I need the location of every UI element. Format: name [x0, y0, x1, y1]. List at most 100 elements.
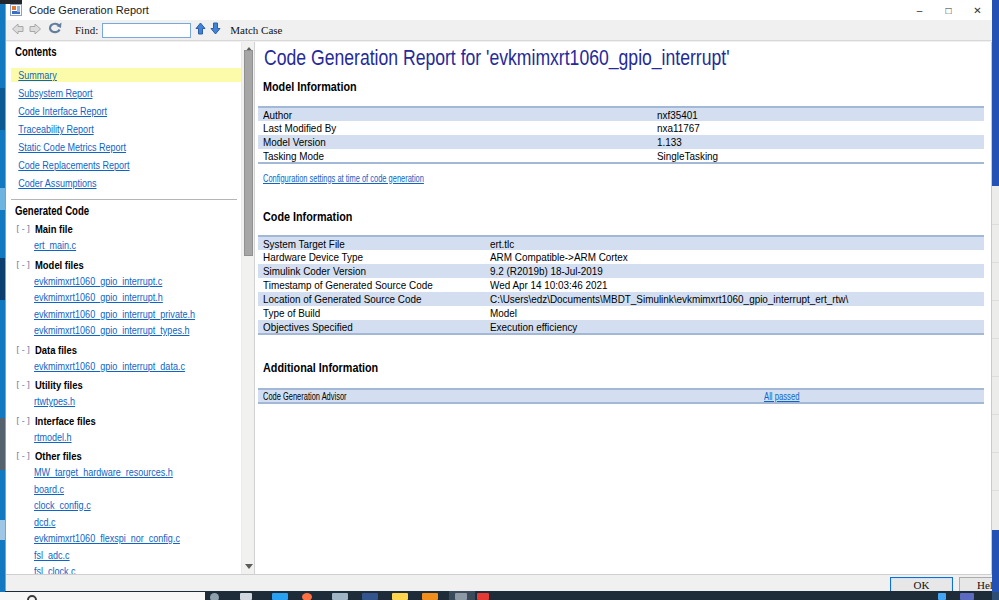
find-previous-icon[interactable] [195, 21, 206, 39]
search-circle-icon[interactable] [27, 595, 37, 600]
taskbar-icon-9[interactable] [455, 593, 467, 600]
generated-file-link[interactable]: rtwtypes.h [34, 393, 75, 410]
taskbar-icon-1[interactable] [210, 593, 219, 600]
row-label: Last Modified By [258, 121, 652, 135]
match-case-option[interactable]: Match Case [230, 24, 282, 36]
taskbar-tray-icon-1[interactable] [938, 593, 946, 600]
generated-file-link[interactable]: evkmimxrt1060_gpio_interrupt_private.h [34, 306, 195, 323]
tree-group-label: Other files [35, 448, 82, 464]
tree-file-row: clock_config.c [6, 497, 241, 514]
row-value-link[interactable]: All passed [764, 390, 800, 402]
taskbar-icon-3[interactable] [272, 593, 288, 600]
contents-link-row: Traceability Report [11, 120, 241, 138]
row-value: C:\Users\edz\Documents\MBDT_Simulink\evk… [485, 292, 984, 306]
find-next-icon[interactable] [210, 21, 221, 39]
configuration-settings-link[interactable]: Configuration settings at time of code g… [263, 172, 424, 184]
row-label: Location of Generated Source Code [258, 292, 485, 306]
generated-file-link[interactable]: evkmimxrt1060_flexspi_nor_config.c [34, 530, 180, 547]
find-input[interactable] [102, 23, 191, 38]
row-value: nxf35401 [652, 107, 984, 121]
contents-link[interactable]: Traceability Report [15, 122, 94, 136]
tree-file-row: dcd.c [6, 514, 241, 531]
generated-file-link[interactable]: ert_main.c [34, 237, 76, 254]
collapse-icon[interactable]: [-] [15, 260, 31, 270]
generated-file-link[interactable]: fsl_clock.c [34, 563, 76, 574]
contents-link[interactable]: Code Replacements Report [15, 158, 130, 172]
close-button[interactable]: ✕ [963, 0, 992, 20]
tree-group-label: Main file [35, 221, 73, 237]
generated-file-link[interactable]: dcd.c [34, 514, 56, 531]
tree-file-row: board.c [6, 481, 241, 498]
row-label: Objectives Specified [258, 320, 485, 334]
tree-file-row: rtmodel.h [6, 429, 241, 446]
row-label: Hardware Device Type [258, 250, 485, 264]
taskbar-icon-6[interactable] [362, 593, 378, 600]
taskbar-icon-8[interactable] [422, 593, 438, 600]
contents-link[interactable]: Code Interface Report [15, 104, 107, 118]
find-toolbar: Find: Match Case [6, 20, 992, 41]
contents-sidebar: Contents SummarySubsystem ReportCode Int… [6, 42, 241, 574]
scroll-down-icon[interactable] [245, 564, 253, 569]
contents-link[interactable]: Subsystem Report [15, 86, 92, 100]
collapse-icon[interactable]: [-] [15, 345, 31, 355]
refresh-icon[interactable] [47, 21, 62, 39]
row-value: Model [485, 306, 984, 320]
tree-file-row: evkmimxrt1060_gpio_interrupt.c [6, 273, 241, 290]
taskbar-icon-2[interactable] [240, 593, 252, 600]
sidebar-separator [11, 199, 237, 200]
sidebar-scrollbar[interactable] [241, 42, 254, 574]
taskbar-icon-7[interactable] [392, 593, 408, 600]
scrollbar-thumb[interactable] [244, 50, 253, 256]
tree-file-row: evkmimxrt1060_flexspi_nor_config.c [6, 530, 241, 547]
collapse-icon[interactable]: [-] [15, 451, 31, 461]
generated-file-link[interactable]: evkmimxrt1060_gpio_interrupt.c [34, 273, 162, 290]
tree-file-row: ert_main.c [6, 237, 241, 254]
row-value: Wed Apr 14 10:03:46 2021 [485, 278, 984, 292]
taskbar-icon-4[interactable] [302, 593, 312, 600]
row-value: 9.2 (R2019b) 18-Jul-2019 [485, 264, 984, 278]
background-window-edge [0, 0, 22, 4]
table-row: Type of BuildModel [258, 306, 984, 320]
row-value: All passed [759, 389, 984, 403]
forward-icon[interactable] [29, 21, 42, 39]
tree-file-row: evkmimxrt1060_gpio_interrupt_types.h [6, 322, 241, 339]
contents-link[interactable]: Coder Assumptions [15, 176, 97, 190]
tree-file-row: fsl_clock.c [6, 563, 241, 574]
tree-file-row: evkmimxrt1060_gpio_interrupt.h [6, 289, 241, 306]
generated-file-link[interactable]: rtmodel.h [34, 429, 72, 446]
info-table: Authornxf35401Last Modified Bynxa11767Mo… [258, 106, 984, 164]
generated-code-title: Generated Code [15, 204, 196, 218]
minimize-button[interactable]: – [905, 0, 934, 20]
generated-file-link[interactable]: evkmimxrt1060_gpio_interrupt_types.h [34, 322, 189, 339]
row-label: Timestamp of Generated Source Code [258, 278, 485, 292]
generated-file-link[interactable]: fsl_adc.c [34, 547, 70, 564]
row-label: Model Version [258, 135, 652, 149]
taskbar-icon-5[interactable] [332, 593, 348, 600]
taskbar-icon-10[interactable] [477, 593, 489, 600]
tree-group-label: Model files [35, 257, 84, 273]
taskbar-tray-icon-2[interactable] [960, 593, 974, 600]
generated-file-link[interactable]: evkmimxrt1060_gpio_interrupt_data.c [34, 358, 185, 375]
generated-file-link[interactable]: MW_target_hardware_resources.h [34, 464, 173, 481]
tree-file-row: fsl_adc.c [6, 547, 241, 564]
table-row: Authornxf35401 [258, 107, 984, 121]
collapse-icon[interactable]: [-] [15, 224, 31, 234]
tree-group-label: Data files [35, 342, 77, 358]
generated-file-link[interactable]: clock_config.c [34, 497, 91, 514]
tree-group-header: [-] Data files [6, 342, 241, 358]
maximize-button[interactable]: □ [934, 0, 963, 20]
section-heading: Model Information [263, 80, 918, 94]
row-label: Tasking Mode [258, 149, 652, 163]
generated-file-link[interactable]: evkmimxrt1060_gpio_interrupt.h [34, 289, 163, 306]
collapse-icon[interactable]: [-] [15, 416, 31, 426]
contents-link[interactable]: Static Code Metrics Report [15, 140, 126, 154]
tree-file-row: rtwtypes.h [6, 393, 241, 410]
generated-file-link[interactable]: board.c [34, 481, 64, 498]
section-heading: Code Information [263, 210, 918, 224]
taskbar[interactable] [0, 591, 999, 600]
collapse-icon[interactable]: [-] [15, 380, 31, 390]
contents-link[interactable]: Summary [15, 68, 57, 82]
tree-group-label: Utility files [35, 377, 83, 393]
back-icon[interactable] [11, 21, 24, 39]
table-row: Tasking ModeSingleTasking [258, 149, 984, 163]
